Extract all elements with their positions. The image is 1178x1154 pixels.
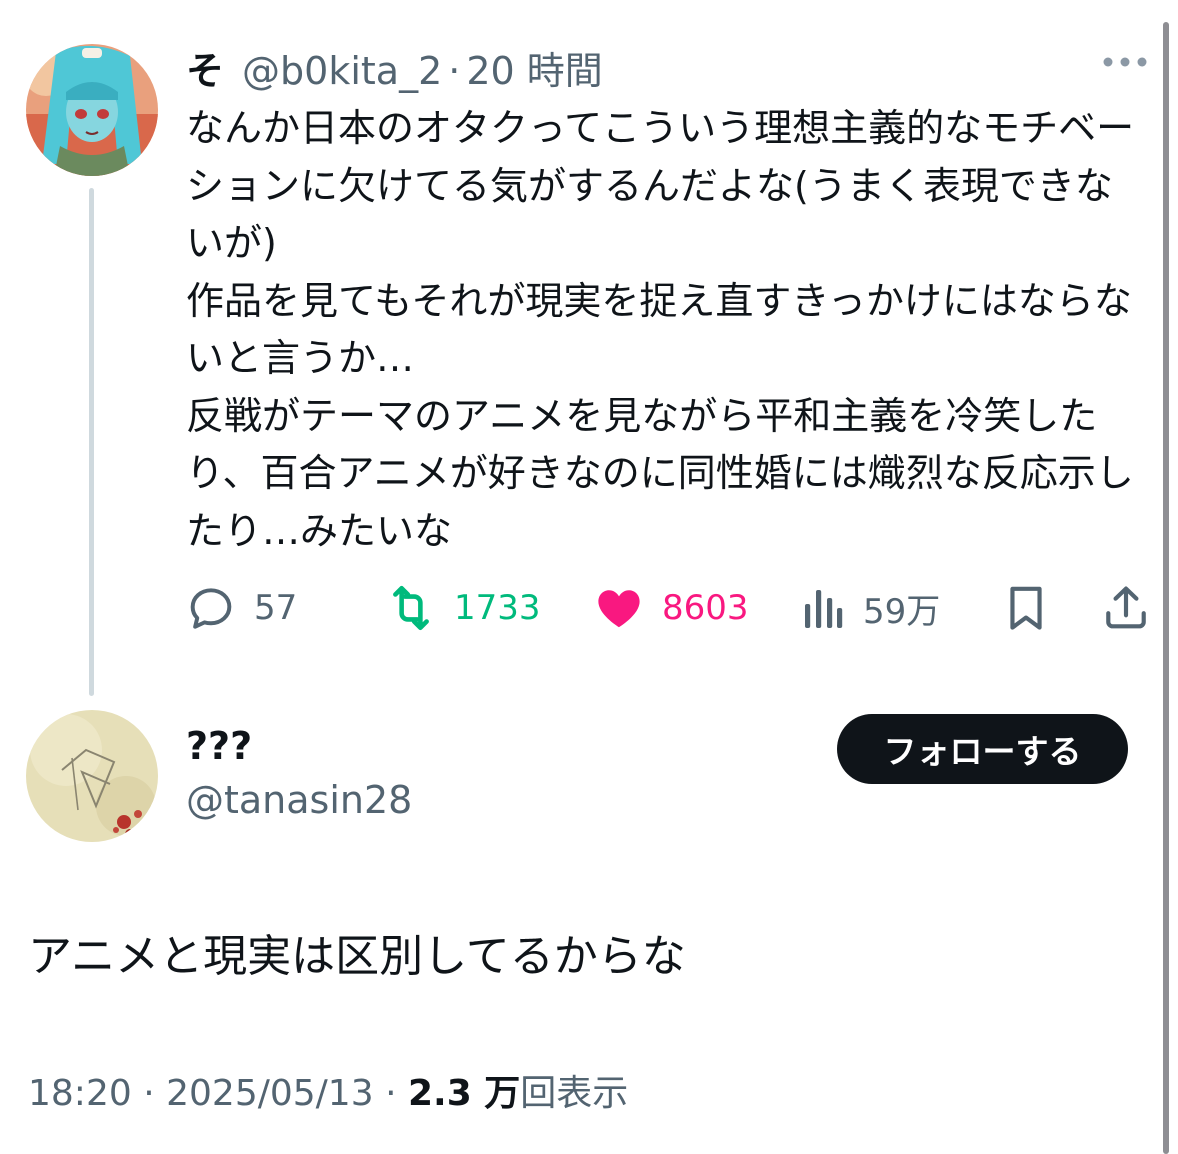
like-button[interactable]: 8603 [594,580,749,636]
separator-dot: · [385,1073,397,1114]
reply-post-text: アニメと現実は区別してるからな [28,931,686,982]
post-date[interactable]: 2025/05/13 [166,1073,374,1114]
action-bar: 57 1733 8603 59万 [186,580,1148,636]
post-meta: 18:20 · 2025/05/13 · 2.3 万回表示 [28,1064,628,1116]
like-count: 8603 [662,588,749,628]
heart-icon [598,590,640,628]
post-timestamp[interactable]: 18:20 [28,1073,132,1114]
post-time[interactable]: 20 時間 [466,40,602,95]
share-icon [1106,586,1146,629]
avatar[interactable] [26,44,158,176]
reply-count: 57 [254,588,298,628]
views-bar-chart-icon [805,590,843,628]
avatar-image [26,710,158,842]
retweet-count: 1733 [454,588,541,628]
follow-button[interactable]: フォローする [837,714,1128,784]
views-label: 回表示 [520,1073,629,1114]
reply-button[interactable]: 57 [186,580,297,636]
view-count: 2.3 万 [407,1073,521,1114]
display-name[interactable]: そ [186,40,224,95]
reply-icon [190,588,232,629]
share-button[interactable] [1101,580,1169,636]
bookmark-icon [1010,586,1042,630]
bookmark-button[interactable] [1001,580,1069,636]
retweet-icon [393,585,429,631]
avatar[interactable] [26,710,158,842]
reply-display-name[interactable]: ??? [186,724,252,768]
separator-dot: · [143,1073,155,1114]
post-text: なんか日本のオタクってこういう理想主義的なモチベーションに欠けてる気がするんだよ… [186,106,1135,553]
views-button[interactable]: 59万 [801,580,940,636]
more-dots-icon[interactable] [1100,52,1150,72]
reply-user-handle[interactable]: @tanasin28 [186,778,412,822]
views-count: 59万 [863,591,941,632]
retweet-button[interactable]: 1733 [386,580,541,636]
user-handle[interactable]: @b0kita_2 [242,49,442,93]
post-header: そ @b0kita_2 · 20 時間 [186,40,603,93]
thread-connector-line [89,188,94,696]
separator-dot: · [448,49,461,93]
avatar-image [26,44,158,176]
